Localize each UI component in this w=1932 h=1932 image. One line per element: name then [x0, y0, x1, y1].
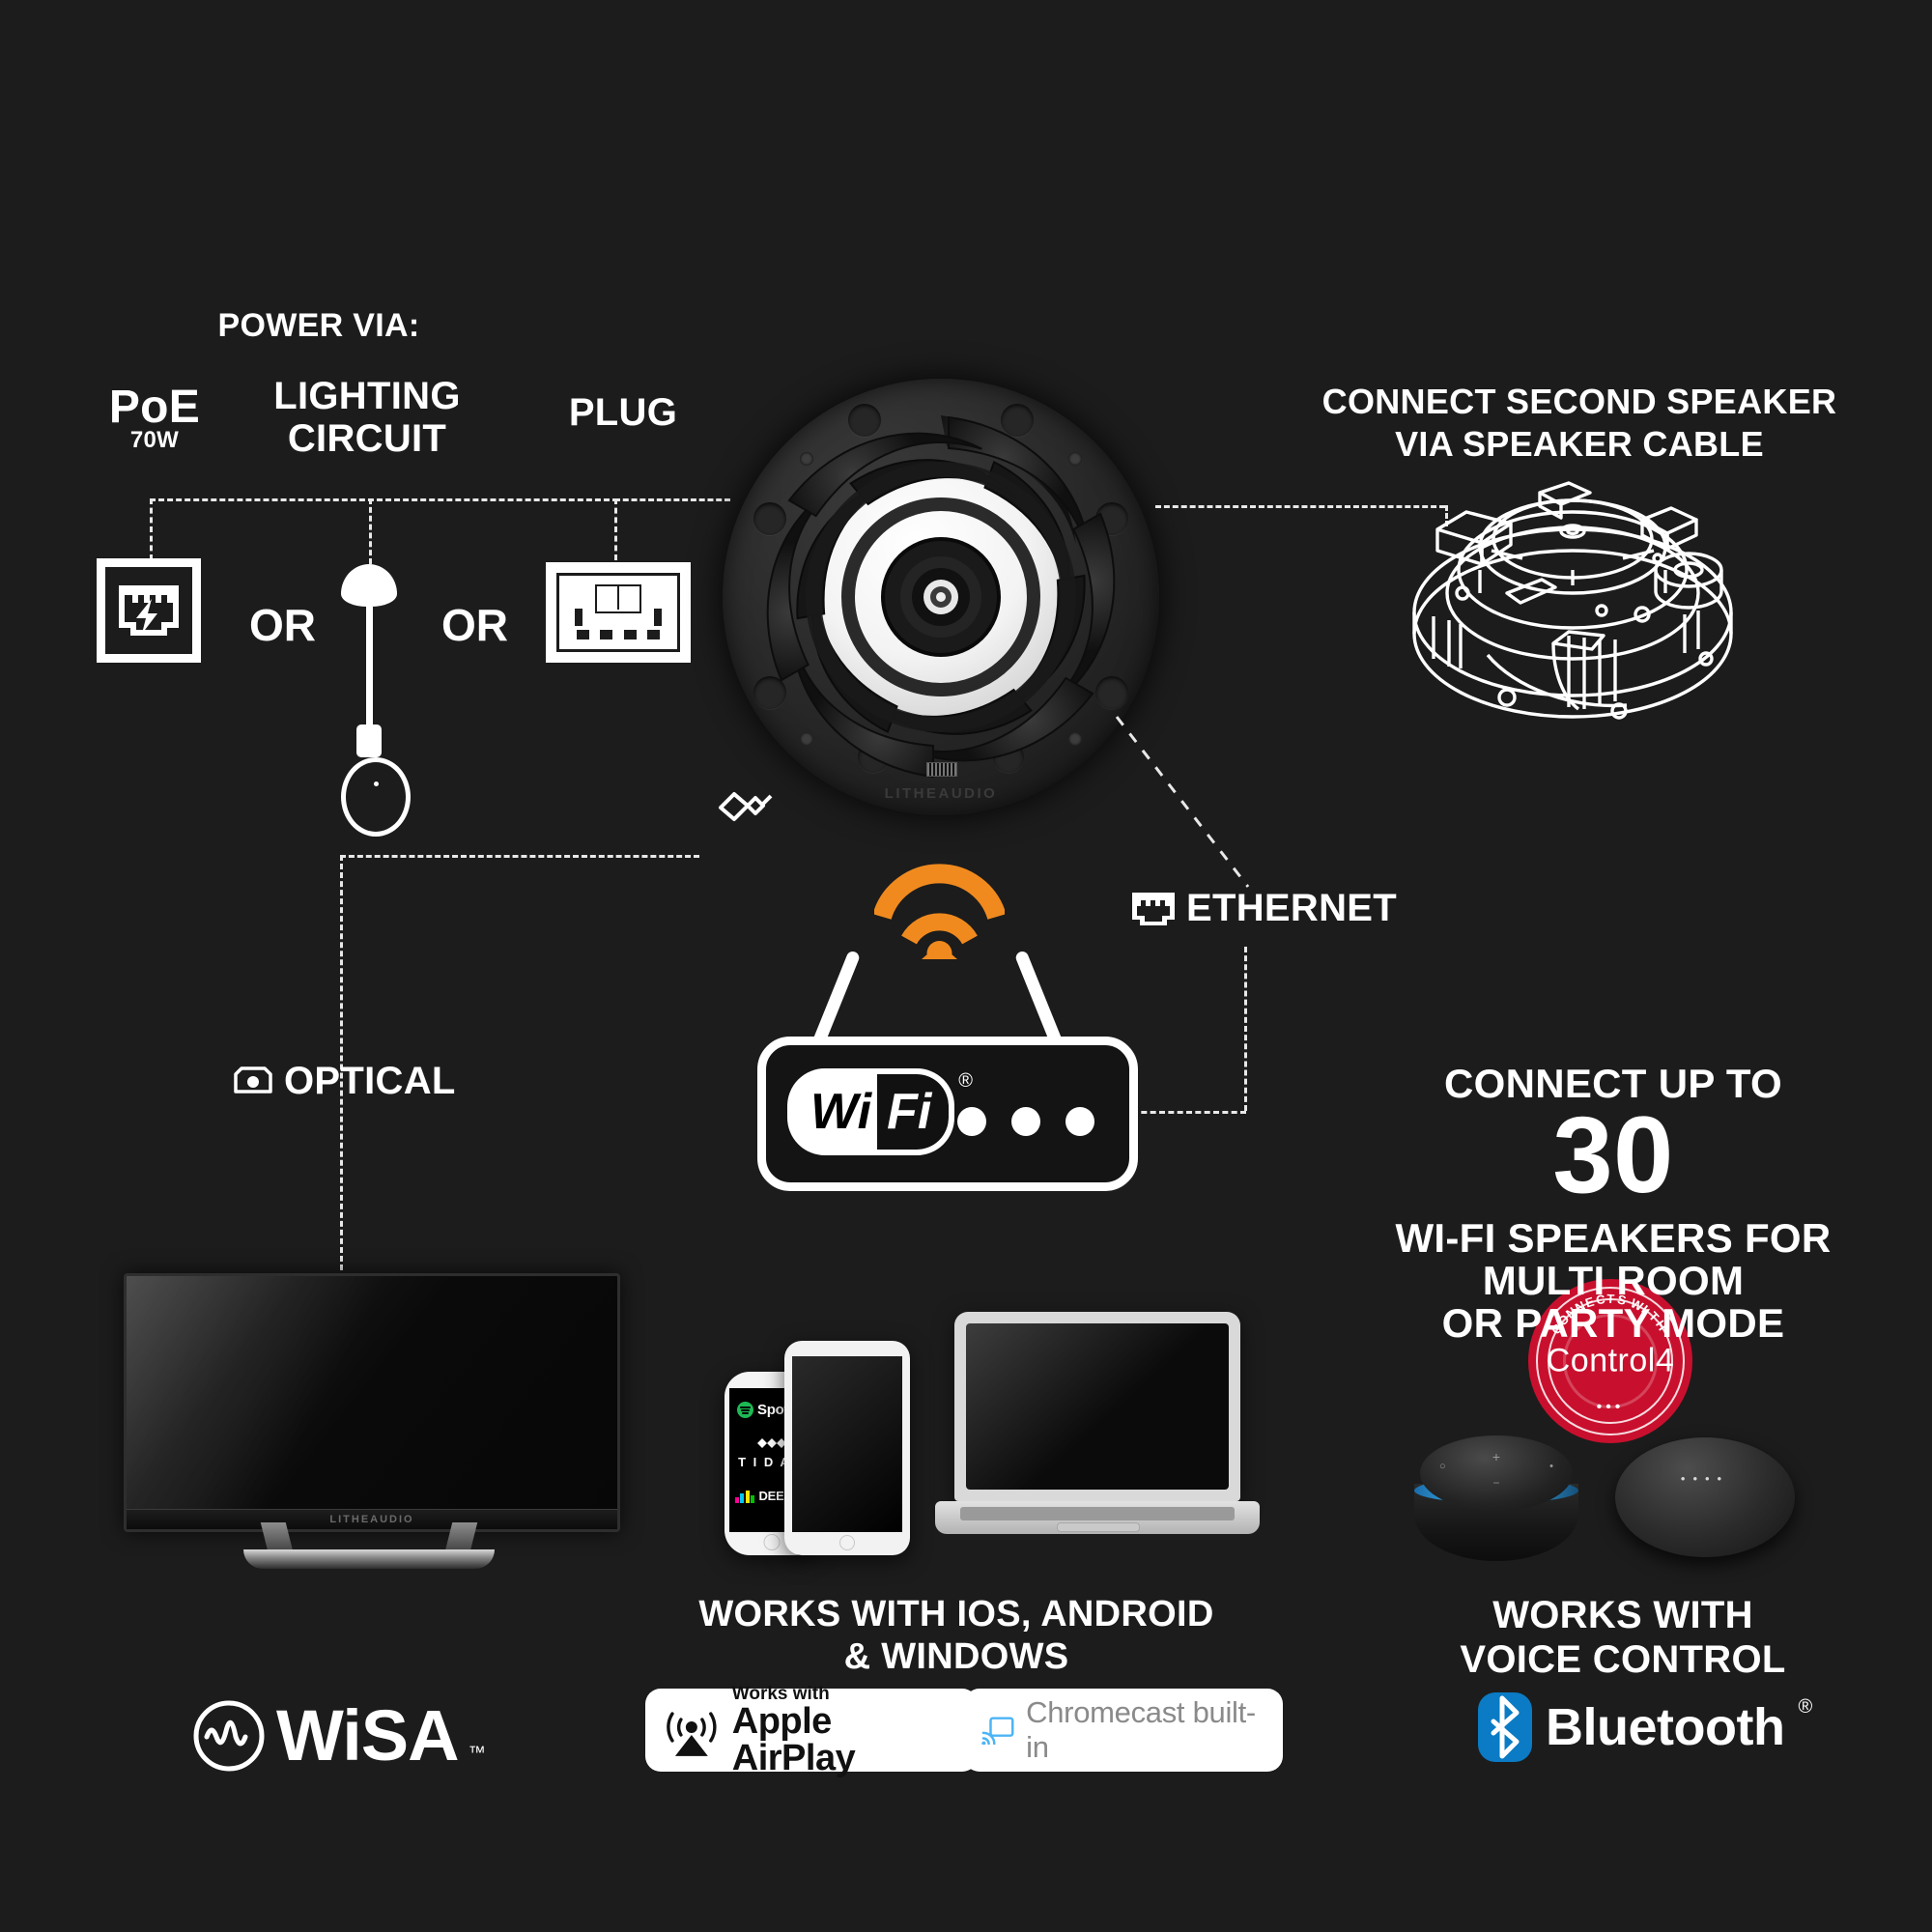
multiroom-line2: WI-FI SPEAKERS FOR: [1395, 1215, 1832, 1261]
bluetooth-logo: Bluetooth ®: [1478, 1692, 1812, 1762]
phone-home-button[interactable]: [763, 1534, 781, 1550]
pendant-light-icon: [341, 564, 411, 837]
power-option-poe-label: PoE: [108, 382, 201, 433]
wifi-logo-fi: Fi: [877, 1074, 950, 1150]
infographic-canvas: POWER VIA: PoE 70W LIGHTING CIRCUIT PLUG…: [0, 0, 1932, 1932]
echo-volume-down-icon[interactable]: −: [1492, 1476, 1499, 1490]
airplay-line1: Works with: [731, 1683, 830, 1704]
tablet-screen: [792, 1356, 902, 1532]
wisa-tm: ™: [468, 1743, 486, 1762]
echo-action-icon[interactable]: •: [1549, 1461, 1553, 1472]
power-option-poe-sub: 70W: [129, 427, 180, 453]
power-option-plug-label: PLUG: [568, 391, 678, 434]
ethernet-line-to-router: [1132, 1111, 1246, 1114]
bluetooth-wordmark: Bluetooth: [1546, 1698, 1785, 1756]
power-bus-line: [150, 498, 618, 501]
wifi-router: Wi Fi ®: [757, 1037, 1138, 1191]
power-option-lighting-label-line2: CIRCUIT: [287, 417, 447, 460]
ceiling-speaker: LITHEAUDIO: [723, 379, 1159, 815]
laptop-trackpad[interactable]: [1057, 1522, 1140, 1532]
tablet-home-button[interactable]: [839, 1535, 855, 1550]
uk-wall-socket-icon: [546, 562, 691, 663]
speaker-swirl-grille: [766, 415, 1116, 779]
chromecast-badge: Chromecast built-in: [964, 1689, 1283, 1772]
second-speaker-wireframe: [1412, 481, 1733, 720]
nest-mini-leds: ••••: [1680, 1470, 1730, 1486]
speaker-to-ethernet-line: [1115, 716, 1250, 888]
chromecast-label: Chromecast built-in: [1026, 1695, 1256, 1764]
chromecast-cast-icon: [981, 1717, 1014, 1745]
power-separator-2: OR: [441, 600, 508, 650]
laptop-lid: [954, 1312, 1240, 1501]
optical-label: OPTICAL: [284, 1060, 456, 1102]
wisa-wordmark: WiSA: [276, 1695, 460, 1776]
control4-dots: •••: [1596, 1399, 1625, 1415]
amazon-echo-dot: + ○ • −: [1410, 1435, 1582, 1563]
wifi-logo-wi: Wi: [793, 1074, 878, 1150]
echo-mic-icon[interactable]: ○: [1439, 1461, 1446, 1472]
router-led: [1011, 1107, 1040, 1136]
devices-caption-line1: WORKS WITH IOS, ANDROID: [698, 1594, 1214, 1634]
optical-toslink-icon: [232, 1063, 274, 1099]
multiroom-line3: MULTI ROOM: [1482, 1258, 1745, 1303]
speaker-brand: LITHEAUDIO: [884, 785, 998, 802]
power-separator-1: OR: [249, 600, 316, 650]
television: LITHEAUDIO: [124, 1273, 620, 1569]
tablet: [784, 1341, 910, 1555]
second-speaker-caption-line2: VIA SPEAKER CABLE: [1395, 424, 1764, 464]
power-option-lighting-label-line1: LIGHTING: [273, 375, 461, 417]
apple-airplay-badge: Works with Apple AirPlay: [645, 1685, 978, 1776]
audio-jack-plug-icon: [715, 779, 775, 825]
devices-caption-line2: & WINDOWS: [843, 1636, 1069, 1677]
power-drop-lighting: [369, 498, 372, 564]
router-led: [957, 1107, 986, 1136]
wisa-mark-icon: [193, 1700, 265, 1771]
ethernet-line-vertical: [1244, 947, 1247, 1111]
bluetooth-icon: [1478, 1692, 1532, 1762]
multiroom-count: 30: [1552, 1094, 1674, 1215]
wifi-logo: Wi Fi ®: [787, 1068, 973, 1155]
wifi-registered-mark: ®: [958, 1070, 974, 1092]
laptop-base: [935, 1501, 1260, 1534]
power-to-speaker-line: [614, 498, 730, 501]
router-led-group: [957, 1107, 1094, 1136]
power-heading: POWER VIA:: [217, 307, 420, 344]
power-drop-plug: [614, 498, 617, 560]
wisa-logo: WiSA ™: [191, 1694, 486, 1776]
power-drop-poe: [150, 498, 153, 560]
tv-brand: LITHEAUDIO: [329, 1514, 414, 1525]
bluetooth-registered-mark: ®: [1798, 1696, 1813, 1718]
voice-caption-line2: VOICE CONTROL: [1460, 1638, 1786, 1681]
multiroom-line4: OR PARTY MODE: [1441, 1300, 1785, 1346]
speaker-dip-switch: [926, 762, 957, 777]
voice-caption-line1: WORKS WITH: [1492, 1594, 1753, 1636]
wifi-signal-icon: [872, 863, 1007, 966]
optical-line-horizontal: [340, 855, 699, 858]
airplay-icon: [667, 1712, 717, 1756]
control4-word: Control4: [1546, 1342, 1675, 1379]
router-led: [1065, 1107, 1094, 1136]
poe-rj45-lightning-icon: [97, 558, 201, 663]
laptop-keyboard[interactable]: [960, 1507, 1235, 1520]
google-nest-mini: ••••: [1615, 1437, 1795, 1557]
airplay-line2: Apple AirPlay: [731, 1700, 856, 1778]
rj45-ethernet-icon: [1128, 889, 1179, 933]
echo-volume-up-icon[interactable]: +: [1492, 1449, 1500, 1464]
second-speaker-caption-line1: CONNECT SECOND SPEAKER: [1321, 382, 1837, 421]
